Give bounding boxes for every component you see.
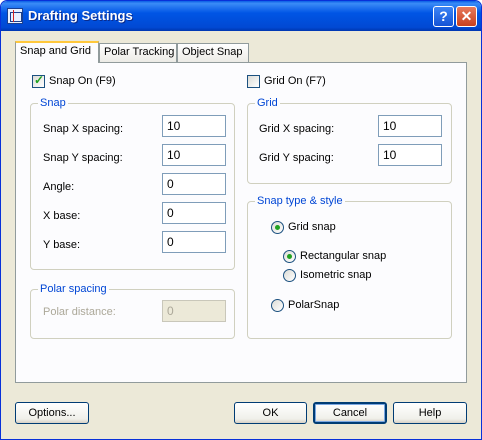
- grid-snap-label: Grid snap: [288, 221, 336, 233]
- tab-snap-and-grid[interactable]: Snap and Grid: [15, 41, 99, 63]
- grid-y-spacing-field[interactable]: 10: [378, 144, 442, 166]
- window-title: Drafting Settings: [28, 8, 133, 23]
- grid-x-spacing-label: Grid X spacing:: [259, 123, 335, 135]
- snap-on-label: Snap On (F9): [49, 75, 116, 87]
- tab-polar-tracking[interactable]: Polar Tracking: [99, 43, 177, 62]
- y-base-label: Y base:: [43, 239, 81, 251]
- snap-type-style-group-title: Snap type & style: [255, 195, 345, 207]
- tab-object-snap[interactable]: Object Snap: [177, 43, 249, 62]
- angle-field[interactable]: 0: [162, 173, 226, 195]
- polar-distance-field[interactable]: 0: [162, 300, 226, 322]
- polar-distance-label: Polar distance:: [43, 306, 116, 318]
- angle-label: Angle:: [43, 181, 75, 193]
- rectangular-snap-label: Rectangular snap: [300, 250, 387, 262]
- drafting-settings-dialog: Drafting Settings ? ✕ Snap and Grid Pola…: [0, 0, 482, 440]
- grid-on-checkbox[interactable]: [247, 75, 260, 88]
- close-icon[interactable]: ✕: [456, 6, 477, 27]
- ok-button[interactable]: OK: [234, 402, 307, 424]
- grid-on-label: Grid On (F7): [264, 75, 326, 87]
- app-icon: [7, 8, 23, 24]
- y-base-field[interactable]: 0: [162, 231, 226, 253]
- radio-selected-icon: [275, 225, 280, 230]
- snap-x-spacing-field[interactable]: 10: [162, 115, 226, 137]
- snap-on-checkbox[interactable]: ✓: [32, 73, 45, 88]
- snap-x-spacing-label: Snap X spacing:: [43, 123, 124, 135]
- snap-y-spacing-label: Snap Y spacing:: [43, 152, 123, 164]
- checkmark-icon: ✓: [34, 73, 45, 87]
- help-title-button[interactable]: ?: [433, 6, 454, 27]
- radio-selected-icon: [287, 254, 292, 259]
- x-base-label: X base:: [43, 210, 81, 222]
- polar-snap-label: PolarSnap: [288, 299, 340, 311]
- grid-x-spacing-field[interactable]: 10: [378, 115, 442, 137]
- isometric-snap-label: Isometric snap: [300, 269, 372, 281]
- x-base-field[interactable]: 0: [162, 202, 226, 224]
- grid-y-spacing-label: Grid Y spacing:: [259, 152, 334, 164]
- grid-snap-radio[interactable]: [271, 221, 284, 234]
- rectangular-snap-radio[interactable]: [283, 250, 296, 263]
- snap-y-spacing-field[interactable]: 10: [162, 144, 226, 166]
- snap-group-title: Snap: [38, 97, 68, 109]
- polar-spacing-group-title: Polar spacing: [38, 283, 109, 295]
- isometric-snap-radio[interactable]: [283, 269, 296, 282]
- options-button[interactable]: Options...: [15, 402, 89, 424]
- cancel-button[interactable]: Cancel: [313, 402, 387, 424]
- title-bar[interactable]: Drafting Settings ? ✕: [1, 1, 481, 31]
- help-button[interactable]: Help: [393, 402, 467, 424]
- polar-snap-radio[interactable]: [271, 299, 284, 312]
- snap-and-grid-panel: ✓ Snap On (F9) Grid On (F7) Snap Snap X …: [15, 62, 467, 383]
- grid-group-title: Grid: [255, 97, 280, 109]
